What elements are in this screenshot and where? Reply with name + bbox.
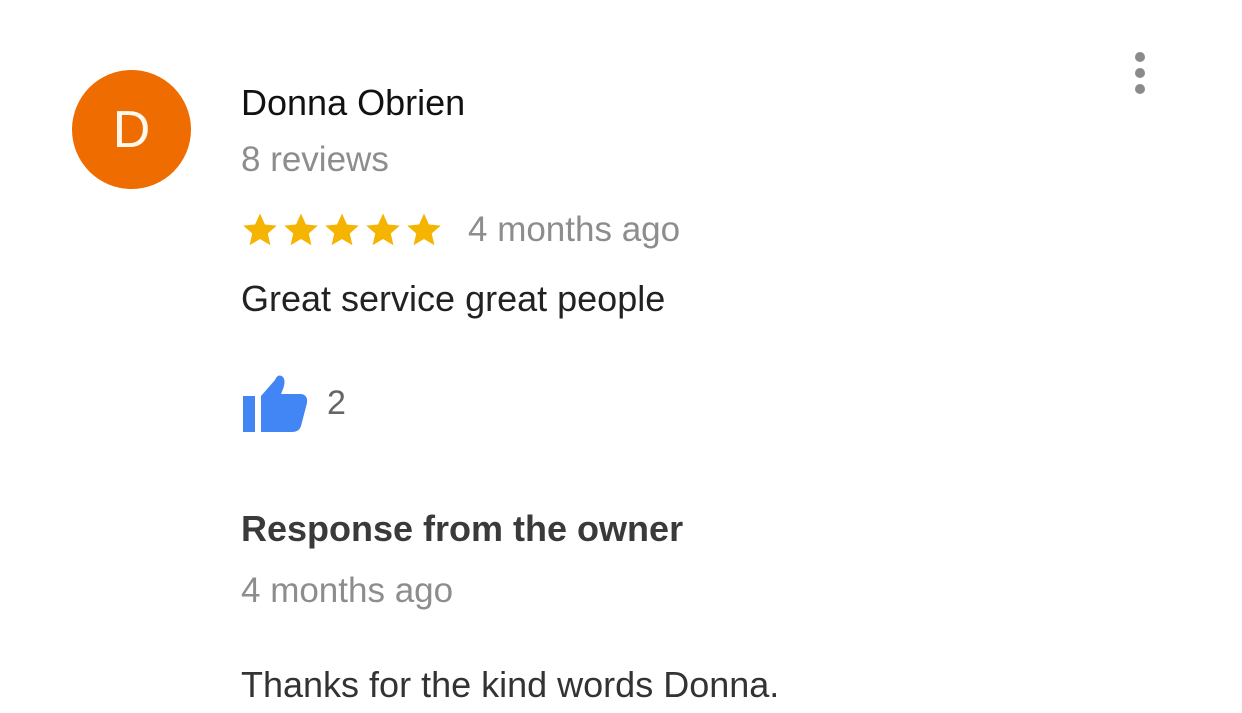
review-time: 4 months ago [468,210,681,249]
star-icon [243,213,277,246]
more-options-button[interactable] [1120,48,1160,98]
owner-response-text: Thanks for the kind words Donna. [241,664,780,705]
like-row: 2 [241,372,346,434]
avatar-letter: D [112,100,151,159]
avatar[interactable]: D [72,70,191,189]
reviewer-name[interactable]: Donna Obrien [241,82,465,124]
reviewer-reviews-count: 8 reviews [241,140,389,179]
star-icon [407,213,441,246]
owner-response-title: Response from the owner [241,508,684,549]
review-card: D Donna Obrien 8 reviews 4 months ago Gr… [0,0,1242,713]
star-rating [241,211,443,249]
thumbs-up-icon[interactable] [241,372,311,434]
star-icon [284,213,318,246]
review-text: Great service great people [241,278,666,319]
rating-row: 4 months ago [241,206,680,254]
star-icon [325,213,359,246]
like-count: 2 [327,383,346,422]
owner-response-time: 4 months ago [241,571,454,610]
more-vertical-icon-dot [1135,84,1145,94]
star-icon [366,213,400,246]
more-vertical-icon-dot [1135,68,1145,78]
more-vertical-icon [1135,52,1145,62]
